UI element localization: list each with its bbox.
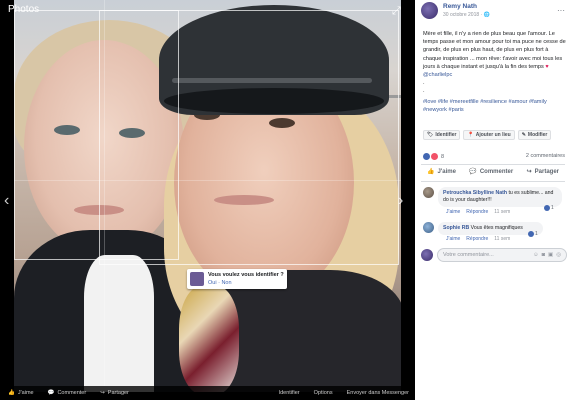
- emoji-icon[interactable]: ☺: [533, 252, 539, 258]
- comment-bubble: Petrouchka Sibylline Nath tu es sublime.…: [438, 187, 562, 207]
- grid-line: [104, 0, 105, 392]
- expand-icon[interactable]: ⤢: [392, 5, 401, 18]
- comment: Sophie RB Vous êtes magnifiques: [423, 222, 543, 235]
- post-author[interactable]: Remy Nath: [443, 3, 490, 10]
- share-icon: ↪: [100, 390, 105, 396]
- mention-link[interactable]: @charlielpc: [423, 72, 452, 78]
- comment-text: Vous êtes magnifiques: [469, 225, 523, 231]
- comment-label: Commenter: [479, 168, 514, 175]
- comment-reply-link[interactable]: Répondre: [466, 236, 488, 242]
- gif-icon[interactable]: ▣: [548, 252, 553, 258]
- identify-button[interactable]: 🏷 Identifier: [423, 130, 461, 140]
- identify-label: Identifier: [435, 132, 457, 138]
- viewer-like-button[interactable]: 👍 J'aime: [8, 390, 34, 396]
- divider: [421, 164, 565, 165]
- edit-button[interactable]: ✎ Modifier: [517, 130, 552, 140]
- like-reaction-icon: [544, 205, 550, 211]
- viewer-bottom-bar: 👍 J'aime 💬 Commenter ↪ Partager Identifier …: [0, 386, 415, 400]
- comment-reply-link[interactable]: Répondre: [466, 209, 488, 215]
- globe-icon: 🌐: [483, 12, 490, 18]
- reaction-summary[interactable]: 8: [423, 153, 444, 160]
- divider: [421, 181, 565, 182]
- comment-like-link[interactable]: J'aime: [446, 236, 460, 242]
- viewer-comment-button[interactable]: 💬 Commenter: [48, 390, 87, 396]
- commenter-name[interactable]: Sophie RB: [443, 225, 469, 231]
- post-hashtags[interactable]: #love #life #mereetfille #resilience #am…: [423, 98, 567, 114]
- comment-count[interactable]: 2 commentaires: [526, 153, 565, 159]
- viewer-comment-label: Commenter: [57, 390, 87, 396]
- love-reaction-icon: [431, 153, 438, 160]
- avatar[interactable]: [423, 222, 434, 233]
- like-button[interactable]: 👍 J'aime: [421, 168, 462, 176]
- post-date-text: 30 octobre 2018 ·: [443, 12, 484, 18]
- grid-line: [14, 180, 401, 181]
- comment-placeholder: Votre commentaire...: [443, 252, 494, 258]
- post-panel: Remy Nath 30 octobre 2018 · 🌐 ··· Mère e…: [415, 0, 571, 400]
- tag-answer-links[interactable]: Oui · Non: [208, 279, 284, 287]
- more-options-icon[interactable]: ···: [557, 6, 565, 15]
- camera-icon[interactable]: ◙: [542, 252, 545, 258]
- thumbs-up-icon: 👍: [427, 169, 435, 175]
- post-edit-actions: 🏷 Identifier 📍 Ajouter un lieu ✎ Modifier: [423, 130, 554, 140]
- comment-time[interactable]: 11 sem: [494, 209, 510, 215]
- add-location-button[interactable]: 📍 Ajouter un lieu: [463, 130, 515, 140]
- like-reaction-icon: [528, 231, 534, 237]
- comment-input[interactable]: Votre commentaire... ☺ ◙ ▣ ◎: [437, 248, 567, 262]
- next-arrow-icon[interactable]: ›: [398, 192, 403, 210]
- avatar[interactable]: [421, 2, 438, 19]
- comment-reaction-count: 1: [535, 231, 538, 237]
- edit-label: Modifier: [527, 132, 548, 138]
- add-location-label: Ajouter un lieu: [475, 132, 511, 138]
- write-comment-row: Votre commentaire... ☺ ◙ ▣ ◎: [421, 248, 567, 262]
- thumbs-up-icon: 👍: [8, 390, 15, 396]
- shirt: [84, 255, 154, 392]
- comment-icon: 💬: [469, 169, 477, 175]
- comment: Petrouchka Sibylline Nath tu es sublime.…: [423, 187, 562, 207]
- commenter-name[interactable]: Petrouchka Sibylline Nath: [443, 190, 507, 196]
- viewer-tag-button[interactable]: Identifier: [279, 390, 300, 396]
- comment-like-link[interactable]: J'aime: [446, 209, 460, 215]
- avatar: [421, 249, 433, 261]
- location-icon: 📍: [467, 132, 474, 138]
- like-label: J'aime: [437, 168, 456, 175]
- photo-viewer: Photos ⤢ ‹ › Vous voulez vous identifier…: [0, 0, 415, 400]
- comment-reaction-count: 1: [551, 205, 554, 211]
- heart-icon: ♥: [545, 63, 549, 70]
- photo[interactable]: [14, 0, 401, 392]
- post-text: Mère et fille, il n'y a rien de plus bea…: [423, 31, 566, 95]
- face-tag-box[interactable]: [99, 10, 399, 265]
- comment-meta: J'aime Répondre 11 sem: [446, 209, 510, 215]
- viewer-like-label: J'aime: [17, 390, 34, 396]
- comment-button[interactable]: 💬 Commenter: [463, 168, 519, 176]
- comment-time[interactable]: 11 sem: [494, 236, 510, 242]
- share-icon: ↪: [526, 169, 532, 175]
- edit-icon: ✎: [521, 132, 526, 138]
- viewer-share-button[interactable]: ↪ Partager: [100, 390, 129, 396]
- viewer-title: Photos: [8, 4, 40, 15]
- previous-arrow-icon[interactable]: ‹: [4, 192, 9, 210]
- viewer-share-label: Partager: [107, 390, 129, 396]
- viewer-options-button[interactable]: Options: [314, 390, 333, 396]
- avatar[interactable]: [423, 187, 434, 198]
- post-action-bar: 👍 J'aime 💬 Commenter ↪ Partager: [421, 168, 565, 176]
- post-date[interactable]: 30 octobre 2018 · 🌐: [443, 12, 490, 18]
- reaction-count: 8: [441, 153, 445, 160]
- comment-reaction[interactable]: 1: [528, 231, 538, 237]
- post-header: Remy Nath 30 octobre 2018 · 🌐: [421, 2, 490, 19]
- comment-icon: 💬: [47, 390, 55, 396]
- share-button[interactable]: ↪ Partager: [521, 168, 565, 176]
- like-reaction-icon: [423, 153, 430, 160]
- tag-icon: 🏷: [427, 132, 434, 138]
- avatar: [190, 272, 204, 286]
- comment-reaction[interactable]: 1: [544, 205, 554, 211]
- tag-suggestion-popup[interactable]: Vous voulez vous identifier ? Oui · Non: [187, 269, 287, 289]
- scarf: [179, 285, 239, 392]
- share-label: Partager: [534, 168, 559, 175]
- tag-question: Vous voulez vous identifier ?: [208, 272, 284, 278]
- comment-meta: J'aime Répondre 11 sem: [446, 236, 510, 242]
- sticker-icon[interactable]: ◎: [556, 252, 561, 258]
- viewer-send-messenger-button[interactable]: Envoyer dans Messenger: [347, 390, 409, 396]
